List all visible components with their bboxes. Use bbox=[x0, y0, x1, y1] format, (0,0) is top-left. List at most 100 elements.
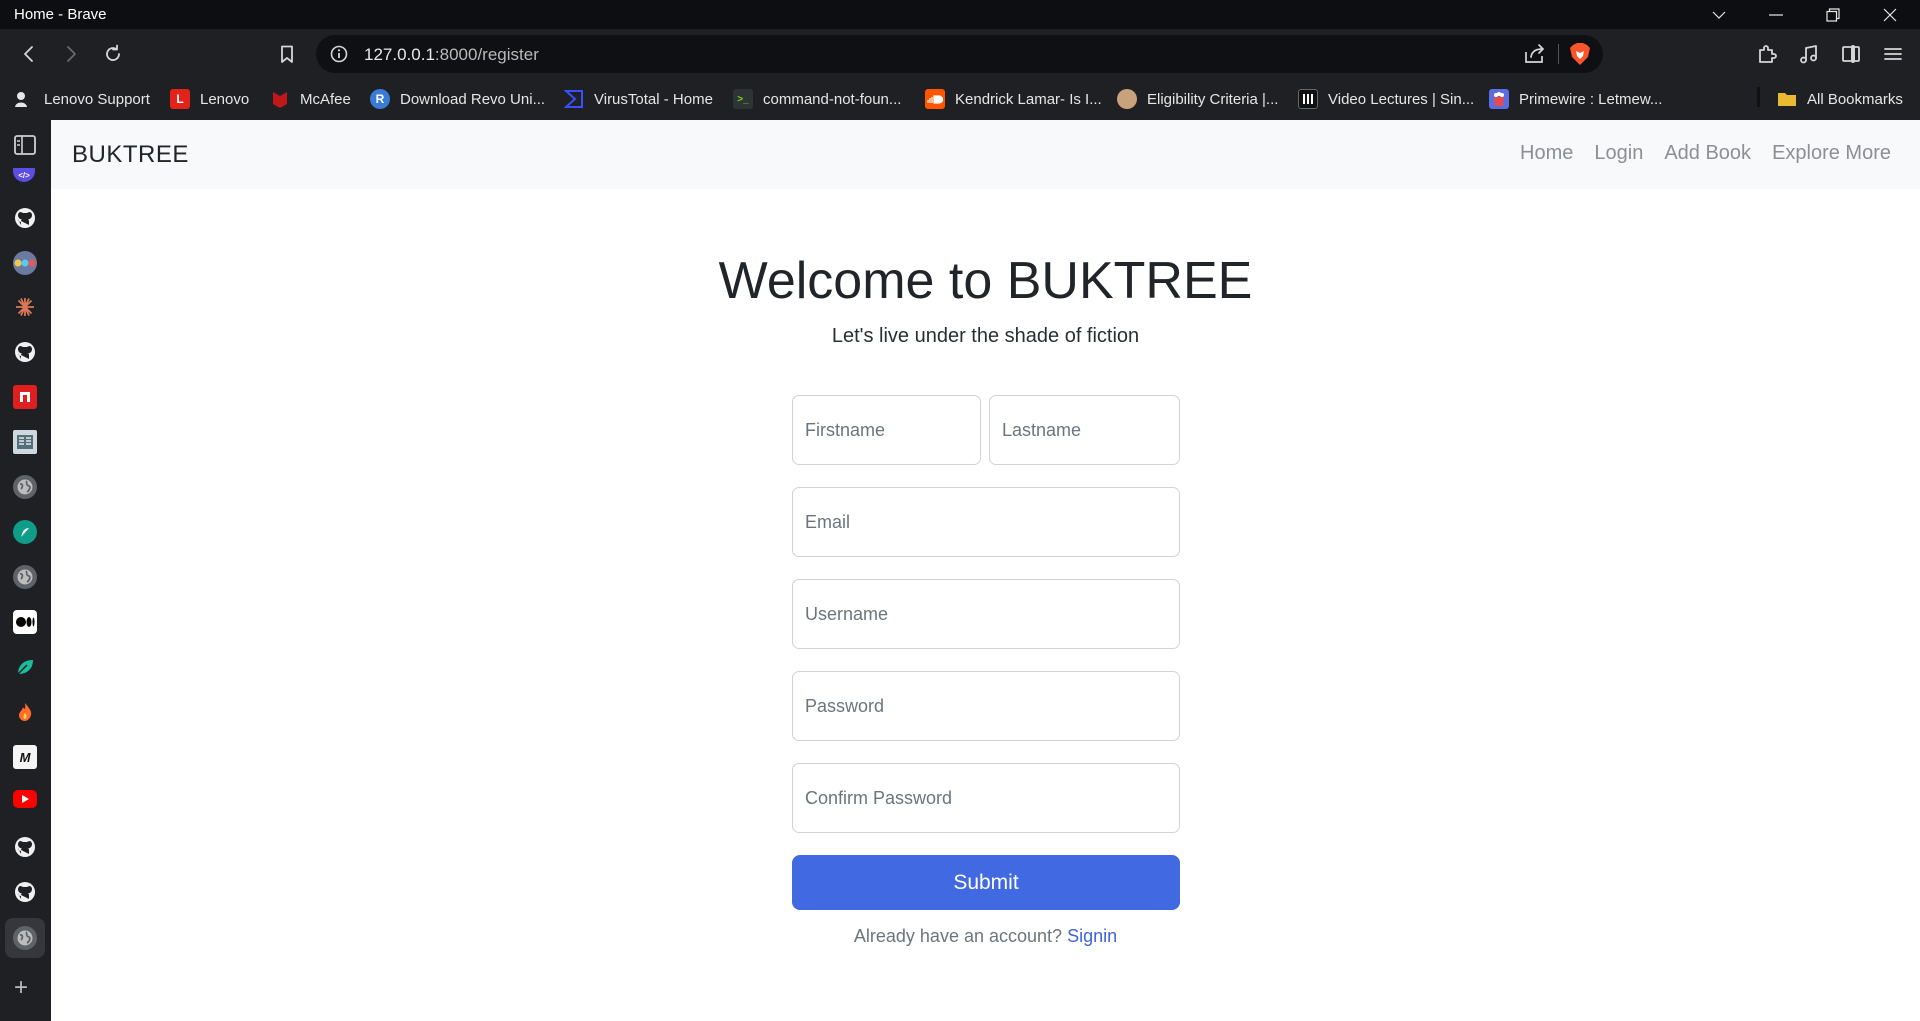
bookmark-label: command-not-foun... bbox=[763, 90, 902, 108]
bookmark-eligibility-criteria[interactable]: Eligibility Criteria |... bbox=[1117, 87, 1278, 111]
flame-icon[interactable] bbox=[13, 700, 37, 724]
github-icon[interactable] bbox=[13, 206, 37, 230]
add-sidebar-item-icon[interactable]: + bbox=[14, 976, 28, 1000]
colorful-dots-icon[interactable] bbox=[13, 251, 37, 275]
bookmark-label: Download Revo Uni... bbox=[400, 90, 546, 108]
username-input[interactable] bbox=[792, 579, 1180, 649]
brave-shields-icon[interactable] bbox=[1567, 41, 1593, 67]
nav-link-login[interactable]: Login bbox=[1594, 142, 1643, 165]
claude-icon[interactable] bbox=[13, 295, 37, 319]
extensions-button[interactable] bbox=[1752, 39, 1782, 69]
signin-prompt-row: Already have an account? Signin bbox=[51, 926, 1920, 947]
bookmark-page-button[interactable] bbox=[272, 39, 302, 69]
web-page: BUKTREE Home Login Add Book Explore More… bbox=[51, 120, 1920, 1021]
close-button[interactable] bbox=[1862, 0, 1918, 29]
navbar-brand[interactable]: BUKTREE bbox=[72, 141, 189, 169]
bookmarks-separator bbox=[1757, 87, 1760, 107]
sidebar-toggle-button[interactable] bbox=[1836, 39, 1866, 69]
media-button[interactable] bbox=[1794, 39, 1824, 69]
reload-button[interactable] bbox=[98, 39, 128, 69]
window-titlebar: Home - Brave bbox=[0, 0, 1920, 29]
nav-link-home[interactable]: Home bbox=[1520, 142, 1573, 165]
password-input[interactable] bbox=[792, 671, 1180, 741]
feather-app-icon[interactable] bbox=[13, 520, 37, 544]
chevron-down-icon bbox=[1712, 11, 1726, 19]
arrow-right-icon bbox=[67, 46, 76, 62]
bookmark-revo[interactable]: R Download Revo Uni... bbox=[370, 87, 545, 111]
sidebar-panel-icon bbox=[1842, 45, 1860, 63]
medium-icon[interactable] bbox=[13, 610, 37, 634]
folder-icon bbox=[1777, 89, 1797, 109]
lastname-input[interactable] bbox=[989, 395, 1180, 465]
globe-icon[interactable] bbox=[13, 475, 37, 499]
bookmark-label: Lenovo Support bbox=[44, 90, 150, 108]
bookmark-virustotal[interactable]: VirusTotal - Home bbox=[564, 87, 713, 111]
firstname-input[interactable] bbox=[792, 395, 981, 465]
bookmark-label: VirusTotal - Home bbox=[594, 90, 713, 108]
minimize-button[interactable] bbox=[1748, 0, 1804, 29]
revo-icon: R bbox=[370, 89, 390, 109]
restore-icon bbox=[1826, 7, 1840, 22]
email-input[interactable] bbox=[792, 487, 1180, 557]
menu-button[interactable] bbox=[1878, 39, 1908, 69]
bookmark-lenovo[interactable]: L Lenovo bbox=[170, 87, 249, 111]
signin-link[interactable]: Signin bbox=[1067, 926, 1117, 946]
arrow-left-icon bbox=[24, 46, 33, 62]
address-bar[interactable]: 127.0.0.1:8000/register bbox=[316, 35, 1603, 73]
page-subtitle: Let's live under the shade of fiction bbox=[831, 325, 1140, 347]
terminal-icon: >_ bbox=[733, 89, 753, 109]
reader-icon[interactable] bbox=[13, 430, 37, 454]
back-button[interactable] bbox=[14, 39, 44, 69]
globe-icon[interactable] bbox=[13, 926, 37, 950]
bookmark-label: Primewire : Letmew... bbox=[1519, 90, 1663, 108]
url-path: :8000/register bbox=[434, 45, 539, 64]
soundcloud-icon bbox=[925, 89, 945, 109]
bookmark-label: Kendrick Lamar- Is I... bbox=[955, 90, 1102, 108]
globe-icon[interactable] bbox=[13, 565, 37, 589]
eligibility-icon bbox=[1117, 89, 1137, 109]
nav-link-add-book[interactable]: Add Book bbox=[1664, 142, 1751, 165]
m-app-icon[interactable]: M bbox=[13, 745, 37, 769]
primewire-icon bbox=[1489, 89, 1509, 109]
sidebar-panel-icon[interactable] bbox=[13, 134, 37, 156]
bookmark-label: McAfee bbox=[300, 90, 351, 108]
leaf-app-icon[interactable] bbox=[13, 655, 37, 679]
browser-sidebar: </> M + bbox=[0, 120, 51, 1021]
window-title: Home - Brave bbox=[14, 6, 107, 23]
url-text[interactable]: 127.0.0.1:8000/register bbox=[364, 45, 539, 65]
bookmark-label: Video Lectures | Sin... bbox=[1328, 90, 1475, 108]
puzzle-icon bbox=[1759, 45, 1777, 63]
bookmark-mcafee[interactable]: McAfee bbox=[270, 87, 351, 111]
bookmark-video-lectures[interactable]: Video Lectures | Sin... bbox=[1298, 87, 1474, 111]
share-icon[interactable] bbox=[1523, 43, 1547, 65]
bookmarks-bar: Lenovo Support L Lenovo McAfee R Downloa… bbox=[0, 79, 1920, 120]
confirm-password-input[interactable] bbox=[792, 763, 1180, 833]
submit-button[interactable]: Submit bbox=[792, 855, 1180, 910]
site-info-icon[interactable] bbox=[330, 45, 348, 63]
url-separator bbox=[1558, 44, 1559, 64]
github-icon[interactable] bbox=[13, 340, 37, 364]
tab-search-button[interactable] bbox=[1691, 0, 1747, 29]
forward-button[interactable] bbox=[56, 39, 86, 69]
navbar-links: Home Login Add Book Explore More bbox=[1520, 142, 1891, 165]
bookmark-command-not-found[interactable]: >_ command-not-foun... bbox=[733, 87, 901, 111]
bookmark-label: All Bookmarks bbox=[1807, 90, 1903, 108]
youtube-icon[interactable] bbox=[13, 790, 37, 808]
bookmark-lenovo-support[interactable]: Lenovo Support bbox=[14, 87, 150, 111]
minimize-icon bbox=[1769, 13, 1783, 16]
bookmark-label: Eligibility Criteria |... bbox=[1147, 90, 1279, 108]
github-icon[interactable] bbox=[13, 880, 37, 904]
signin-prompt-text: Already have an account? bbox=[853, 926, 1063, 946]
bookmark-kendrick-lamar[interactable]: Kendrick Lamar- Is I... bbox=[925, 87, 1102, 111]
github-icon[interactable] bbox=[13, 835, 37, 859]
red-app-icon[interactable] bbox=[13, 385, 37, 409]
nav-link-explore-more[interactable]: Explore More bbox=[1772, 142, 1891, 165]
bookmark-all-bookmarks[interactable]: All Bookmarks bbox=[1777, 87, 1903, 111]
virustotal-icon bbox=[564, 89, 584, 109]
browser-toolbar: 127.0.0.1:8000/register bbox=[0, 29, 1920, 79]
site-navbar: BUKTREE Home Login Add Book Explore More bbox=[51, 120, 1920, 189]
dev-site-icon[interactable]: </> bbox=[13, 168, 35, 182]
video-lectures-icon bbox=[1298, 89, 1318, 109]
restore-button[interactable] bbox=[1805, 0, 1861, 29]
bookmark-primewire[interactable]: Primewire : Letmew... bbox=[1489, 87, 1662, 111]
